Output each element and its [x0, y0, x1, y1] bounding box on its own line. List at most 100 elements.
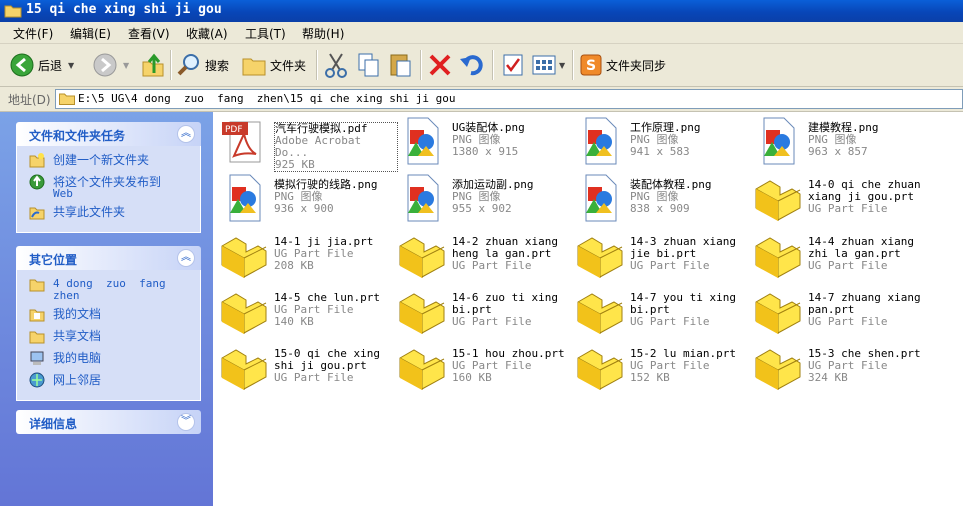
scissors-icon [325, 53, 347, 78]
file-info: 汽车行驶模拟.pdf Adobe Acrobat Do... 925 KB [274, 122, 398, 172]
png-icon [218, 173, 268, 223]
task-new-folder[interactable]: 创建一个新文件夹 [17, 152, 200, 170]
file-item[interactable]: 14-4 zhuan xiang zhi la gan.prt UG Part F… [752, 230, 930, 284]
file-type: UG Part File [452, 259, 532, 272]
folder-icon [4, 5, 22, 18]
ug-part-icon [218, 230, 268, 280]
file-size: 140 KB [274, 315, 314, 328]
file-item[interactable]: 14-6 zuo ti xing bi.prt UG Part File [396, 286, 574, 340]
place-my-documents-label: 我的文档 [53, 307, 102, 321]
place-parent-folder[interactable]: 4 dong zuo fang zhen [17, 276, 200, 302]
undo-button[interactable] [459, 52, 485, 78]
file-item[interactable]: 15-2 lu mian.prt UG Part File 152 KB [574, 342, 752, 396]
views-button[interactable]: ▼ [532, 52, 565, 78]
file-item[interactable]: 14-3 zhuan xiang jie bi.prt UG Part File [574, 230, 752, 284]
file-info: 建模教程.png PNG 图像 963 x 857 [808, 122, 930, 158]
menu-file[interactable]: 文件(F) [13, 25, 53, 42]
views-grid-icon [532, 55, 556, 75]
file-name: 14-7 you ti xing bi.prt [630, 291, 736, 316]
file-info: 14-3 zhuan xiang jie bi.prt UG Part File [630, 236, 752, 272]
folders-button[interactable]: 文件夹 [242, 52, 306, 78]
collapse-chevron-icon[interactable]: ︽ [177, 125, 195, 143]
file-item[interactable]: 建模教程.png PNG 图像 963 x 857 [752, 116, 930, 170]
toolbar-separator [316, 50, 318, 80]
cut-button[interactable] [324, 52, 348, 78]
file-info: 工作原理.png PNG 图像 941 x 583 [630, 122, 752, 158]
file-item[interactable]: 14-7 zhuang xiang pan.prt UG Part File [752, 286, 930, 340]
folder-icon [59, 93, 75, 105]
ug-part-icon [752, 286, 802, 336]
file-info: 15-1 hou zhou.prt UG Part File 160 KB [452, 348, 574, 384]
file-item[interactable]: PDF 汽车行驶模拟.pdf Adobe Acrobat Do... 925 KB [218, 116, 398, 172]
png-icon [752, 116, 802, 166]
expand-chevron-icon[interactable]: ︾ [177, 413, 195, 431]
file-item[interactable]: 装配体教程.png PNG 图像 838 x 909 [574, 173, 752, 227]
toolbar: 后退 ▼ ▼ 搜索 文件夹 ▼ S 文件夹同步 [0, 44, 963, 87]
file-size: 324 KB [808, 371, 848, 384]
place-network[interactable]: 网上邻居 [17, 372, 200, 390]
title-bar: 15 qi che xing shi ji gou [0, 0, 963, 22]
task-share-folder[interactable]: 共享此文件夹 [17, 204, 200, 222]
file-size: 955 x 902 [452, 202, 512, 215]
file-item[interactable]: 14-1 ji jia.prt UG Part File 208 KB [218, 230, 396, 284]
back-button[interactable]: 后退 ▼ [10, 52, 74, 78]
dropdown-arrow-icon[interactable]: ▼ [559, 61, 565, 70]
png-icon [574, 116, 624, 166]
file-name: 14-0 qi che zhuan xiang ji gou.prt [808, 178, 921, 203]
file-type: UG Part File [452, 315, 532, 328]
menu-favorites[interactable]: 收藏(A) [186, 25, 228, 42]
file-item[interactable]: 15-1 hou zhou.prt UG Part File 160 KB [396, 342, 574, 396]
file-item[interactable]: 添加运动副.png PNG 图像 955 x 902 [396, 173, 574, 227]
forward-arrow-icon [93, 53, 117, 77]
other-places-header[interactable]: 其它位置 ︽ [16, 246, 201, 270]
file-item[interactable]: 14-5 che lun.prt UG Part File 140 KB [218, 286, 396, 340]
file-info: 14-6 zuo ti xing bi.prt UG Part File [452, 292, 574, 328]
properties-button[interactable] [502, 52, 524, 78]
address-label: 地址(D) [8, 93, 51, 107]
toolbar-separator [572, 50, 574, 80]
network-icon [29, 372, 45, 388]
menu-edit[interactable]: 编辑(E) [70, 25, 111, 42]
file-tasks-header[interactable]: 文件和文件夹任务 ︽ [16, 122, 201, 146]
file-info: 14-2 zhuan xiang heng la gan.prt UG Part … [452, 236, 574, 272]
file-item[interactable]: UG装配体.png PNG 图像 1380 x 915 [396, 116, 574, 170]
file-type: UG Part File [630, 259, 710, 272]
file-item[interactable]: 14-2 zhuan xiang heng la gan.prt UG Part … [396, 230, 574, 284]
collapse-chevron-icon[interactable]: ︽ [177, 249, 195, 267]
file-item[interactable]: 工作原理.png PNG 图像 941 x 583 [574, 116, 752, 170]
dropdown-arrow-icon[interactable]: ▼ [123, 61, 129, 70]
file-item[interactable]: 14-0 qi che zhuan xiang ji gou.prt UG Par… [752, 173, 930, 227]
paste-button[interactable] [389, 52, 413, 78]
search-button[interactable]: 搜索 [177, 52, 229, 78]
place-shared-documents[interactable]: 共享文档 [17, 328, 200, 346]
menu-view[interactable]: 查看(V) [128, 25, 170, 42]
other-places-body: 4 dong zuo fang zhen 我的文档 共享文档 我的电脑 网上邻居 [16, 270, 201, 401]
file-type: UG Part File [274, 371, 354, 384]
delete-button[interactable] [428, 52, 452, 78]
menu-help[interactable]: 帮助(H) [302, 25, 344, 42]
place-my-documents[interactable]: 我的文档 [17, 306, 200, 324]
copy-button[interactable] [357, 52, 381, 78]
place-network-label: 网上邻居 [53, 373, 102, 387]
address-path: E:\5 UG\4 dong zuo fang zhen\15 qi che x… [78, 92, 456, 105]
address-input[interactable]: E:\5 UG\4 dong zuo fang zhen\15 qi che x… [55, 89, 963, 109]
file-type: UG Part File [630, 315, 710, 328]
svg-text:S: S [586, 58, 596, 74]
dropdown-arrow-icon[interactable]: ▼ [68, 61, 74, 70]
file-item[interactable]: 15-3 che shen.prt UG Part File 324 KB [752, 342, 930, 396]
forward-button[interactable]: ▼ [93, 52, 129, 78]
file-info: 装配体教程.png PNG 图像 838 x 909 [630, 179, 752, 215]
file-item[interactable]: 14-7 you ti xing bi.prt UG Part File [574, 286, 752, 340]
file-item[interactable]: 15-0 qi che xing shi ji gou.prt UG Part F… [218, 342, 396, 396]
share-folder-icon [29, 207, 45, 220]
my-computer-icon [30, 351, 44, 365]
menu-tools[interactable]: 工具(T) [245, 25, 286, 42]
task-publish-web[interactable]: 将这个文件夹发布到 Web [17, 174, 200, 200]
file-item[interactable]: 模拟行驶的线路.png PNG 图像 936 x 900 [218, 173, 396, 227]
details-header[interactable]: 详细信息 ︾ [16, 410, 201, 434]
paste-icon [390, 54, 411, 77]
my-documents-icon [29, 309, 45, 322]
folder-sync-button[interactable]: S 文件夹同步 [580, 52, 666, 78]
place-my-computer[interactable]: 我的电脑 [17, 350, 200, 368]
up-folder-button[interactable] [142, 52, 164, 78]
